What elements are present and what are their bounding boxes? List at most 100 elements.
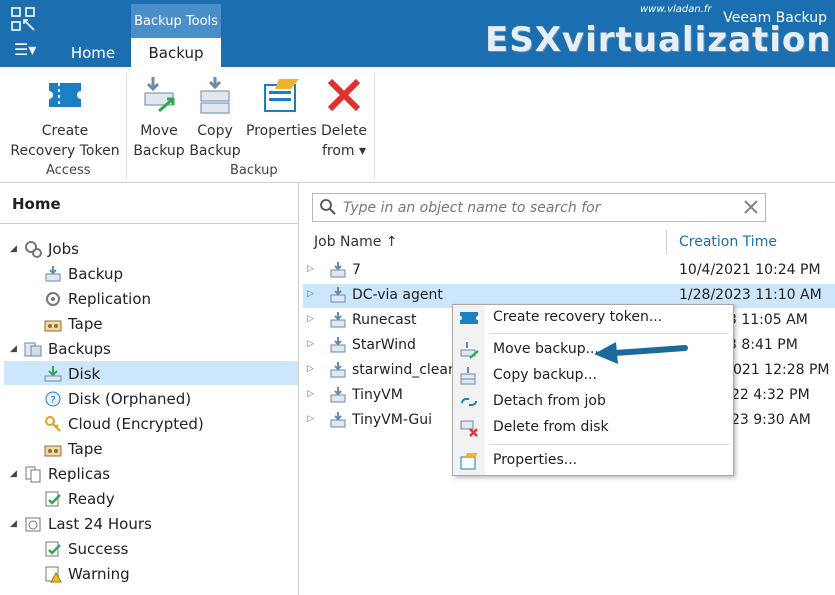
expand-arrow-icon[interactable]: ◢ [10,519,24,529]
expand-row-icon[interactable]: ▷ [307,289,314,299]
menu-divider [489,333,729,334]
row-time: 1/28/2023 11:10 AM [679,287,822,303]
menu-item-label: Detach from job [493,393,606,409]
backup-job-icon [330,262,346,278]
expand-row-icon[interactable]: ▷ [307,389,314,399]
tree-backups-disk-orphaned[interactable]: ? Disk (Orphaned) [30,387,191,411]
copy-backup-button[interactable]: Copy Backup [188,75,242,161]
expand-row-icon[interactable]: ▷ [307,314,314,324]
table-row[interactable]: ▷ 7 10/4/2021 10:24 PM [303,259,835,283]
tab-home[interactable]: Home [62,40,124,66]
move-backup-icon [460,342,479,359]
search-icon [320,199,336,215]
tree-label: Backup [68,265,123,283]
search-box[interactable] [312,193,766,222]
last-24-hours-icon [25,517,41,532]
success-check-icon [45,541,61,557]
move-backup-line2: Backup [133,143,185,159]
tree-last-24-success[interactable]: Success [30,537,128,561]
tab-backup[interactable]: Backup [131,38,221,67]
row-time: 23 9:30 AM [731,412,811,428]
clear-search-icon[interactable] [743,199,759,215]
watermark: www.vladan.fr Veeam Backup ESXvirtualiza… [480,0,835,67]
backups-icon [24,342,42,357]
tree-backups-tape[interactable]: Tape [30,437,103,461]
main-menu-button[interactable]: ☰▾ [14,40,36,59]
search-input[interactable] [341,197,745,219]
tree-backups[interactable]: ◢ Backups [10,337,111,361]
delete-from-button[interactable]: Delete from ▾ [318,75,370,161]
move-backup-icon [144,77,175,113]
column-header-creation-time[interactable]: Creation Time [679,234,777,250]
tree-label: Warning [68,565,130,583]
expand-arrow-icon[interactable]: ◢ [10,244,24,254]
tree-jobs-backup[interactable]: Backup [30,262,123,286]
properties-button[interactable]: Properties [246,75,317,141]
row-name: TinyVM-Gui [352,412,433,428]
backup-job-icon [330,412,346,428]
expand-row-icon[interactable]: ▷ [307,364,314,374]
menu-item-copy-backup[interactable]: Copy backup... [453,363,733,389]
backup-job-icon [45,266,61,282]
tree-label: Tape [68,315,103,333]
backup-job-icon [330,387,346,403]
ribbon: Create Recovery Token Move Backup Copy B… [0,67,835,183]
group-label-access: Access [46,163,91,178]
menu-item-label: Delete from disk [493,419,609,435]
copy-backup-line1: Copy [197,123,233,139]
tree-replicas[interactable]: ◢ Replicas [10,462,110,486]
group-label-backup: Backup [230,163,278,178]
delete-from-line1: Delete [321,123,367,139]
move-backup-button[interactable]: Move Backup [132,75,186,161]
properties-icon [264,79,299,112]
row-time: 22 4:32 PM [731,387,810,403]
context-tab-header: Backup Tools [131,4,221,38]
create-token-line1: Create [41,123,89,139]
tree-label: Jobs [48,240,79,258]
expand-row-icon[interactable]: ▷ [307,264,314,274]
tree-replicas-ready[interactable]: Ready [30,487,115,511]
veeam-app-icon[interactable] [10,6,36,32]
delete-from-line2: from ▾ [321,143,367,159]
menu-item-properties[interactable]: Properties... [453,448,733,474]
column-header-job-name[interactable]: Job Name ↑ [314,234,398,250]
row-name: 7 [352,262,361,278]
tree-jobs-replication[interactable]: Replication [30,287,151,311]
tree-label: Last 24 Hours [48,515,152,533]
tape-icon [44,445,62,457]
tree-label: Cloud (Encrypted) [68,415,204,433]
expand-arrow-icon[interactable]: ◢ [10,344,24,354]
menu-item-delete-from-disk[interactable]: Delete from disk [453,415,733,441]
tree-jobs[interactable]: ◢ Jobs [10,237,79,261]
tree-backups-cloud-encrypted[interactable]: Cloud (Encrypted) [30,412,204,436]
expand-arrow-icon[interactable]: ◢ [10,469,24,479]
svg-text:?: ? [50,395,55,406]
tree-last-24-hours[interactable]: ◢ Last 24 Hours [10,512,152,536]
expand-row-icon[interactable]: ▷ [307,414,314,424]
properties-line1: Properties [246,123,317,139]
expand-row-icon[interactable]: ▷ [307,339,314,349]
tree-backups-disk[interactable]: Disk [30,362,100,386]
row-time: 10/4/2021 10:24 PM [679,262,821,278]
menu-item-create-recovery-token[interactable]: Create recovery token... [453,305,733,331]
tree-label: Disk (Orphaned) [68,390,192,408]
tree-jobs-tape[interactable]: Tape [30,312,103,336]
tree-label: Replication [68,290,152,308]
tree-last-24-warning[interactable]: Warning [30,562,130,586]
column-separator[interactable] [666,230,667,254]
gears-icon [25,241,42,258]
menu-item-detach-from-job[interactable]: Detach from job [453,389,733,415]
watermark-url: www.vladan.fr [640,4,712,15]
tree-label: Replicas [48,465,111,483]
callout-arrow-icon [594,342,688,364]
nav-divider [0,223,298,224]
tree-label: Tape [68,440,103,458]
row-name: DC-via agent [352,287,443,303]
row-name: starwind_clean [352,362,457,378]
recovery-token-icon [459,312,479,324]
title-bar: Backup Tools ☰▾ Home Backup www.vladan.f… [0,0,835,67]
copy-backup-icon [200,77,230,114]
backup-job-icon [330,362,346,378]
create-recovery-token-button[interactable]: Create Recovery Token [10,75,120,161]
tape-icon [44,320,62,332]
